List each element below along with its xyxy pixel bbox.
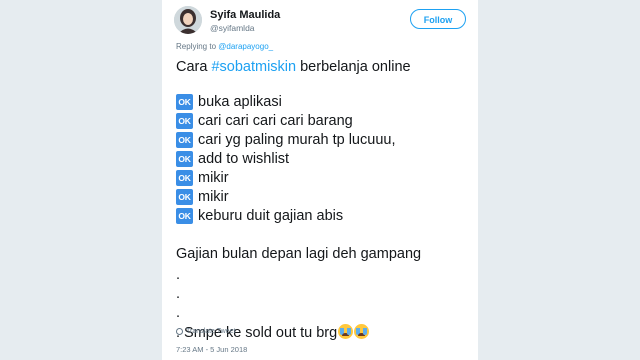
ok-button-emoji-icon: OK	[176, 93, 193, 110]
dot-line: .	[176, 286, 181, 302]
translate-label: Translate Tweet	[186, 328, 236, 335]
dot-line: .	[176, 267, 181, 283]
translate-tweet-link[interactable]: Translate Tweet	[176, 328, 235, 335]
ok-button-emoji-icon: OK	[176, 169, 193, 186]
ok-button-emoji-icon: OK	[176, 150, 193, 167]
tweet-card: Syifa Maulida @syifamlda Follow Replying…	[162, 0, 478, 360]
list-item-text: mikir	[198, 188, 229, 205]
list-item-text: buka aplikasi	[198, 93, 282, 110]
hashtag-link[interactable]: #sobatmiskin	[211, 59, 296, 75]
ok-button-emoji-icon: OK	[176, 131, 193, 148]
list-item: OK cari cari cari cari barang	[176, 111, 470, 130]
avatar-image	[174, 6, 202, 34]
tweet-intro: Cara #sobatmiskin berbelanja online	[176, 58, 470, 76]
globe-icon	[176, 328, 183, 335]
ok-button-emoji-icon: OK	[176, 188, 193, 205]
ok-list: OK buka aplikasi OK cari cari cari cari ba…	[176, 92, 470, 225]
ok-button-emoji-icon: OK	[176, 207, 193, 224]
replying-to: Replying to @darapayogo_	[176, 42, 273, 51]
replying-to-label: Replying to	[176, 42, 217, 51]
list-item-text: cari yg paling murah tp lucuuu,	[198, 131, 396, 148]
loudly-crying-face-icon	[338, 324, 354, 339]
reply-target-link[interactable]: @darapayogo_	[218, 42, 273, 51]
author-handle[interactable]: @syifamlda	[210, 23, 255, 33]
list-item: OK keburu duit gajian abis	[176, 206, 470, 225]
tweet-timestamp[interactable]: 7:23 AM - 5 Jun 2018	[176, 345, 247, 354]
follow-button[interactable]: Follow	[410, 9, 466, 29]
list-item: OK add to wishlist	[176, 149, 470, 168]
list-item: OK mikir	[176, 187, 470, 206]
list-item: OK cari yg paling murah tp lucuuu,	[176, 130, 470, 149]
gajian-line: Gajian bulan depan lagi deh gampang	[176, 246, 422, 262]
list-item-text: add to wishlist	[198, 150, 290, 167]
tweet-header: Syifa Maulida @syifamlda Follow	[174, 6, 466, 38]
avatar[interactable]	[174, 6, 202, 34]
list-item-text: cari cari cari cari barang	[198, 112, 353, 129]
tweet-body: Cara #sobatmiskin berbelanja online OK bu…	[176, 58, 470, 342]
list-item: OK buka aplikasi	[176, 92, 470, 111]
intro-suffix: berbelanja online	[296, 59, 411, 75]
intro-prefix: Cara	[176, 59, 212, 75]
list-item-text: mikir	[198, 169, 229, 186]
dot-line: .	[176, 305, 181, 321]
list-item-text: keburu duit gajian abis	[198, 207, 344, 224]
author-name[interactable]: Syifa Maulida	[210, 9, 280, 21]
ok-button-emoji-icon: OK	[176, 112, 193, 129]
loudly-crying-face-icon	[354, 324, 370, 339]
list-item: OK mikir	[176, 168, 470, 187]
